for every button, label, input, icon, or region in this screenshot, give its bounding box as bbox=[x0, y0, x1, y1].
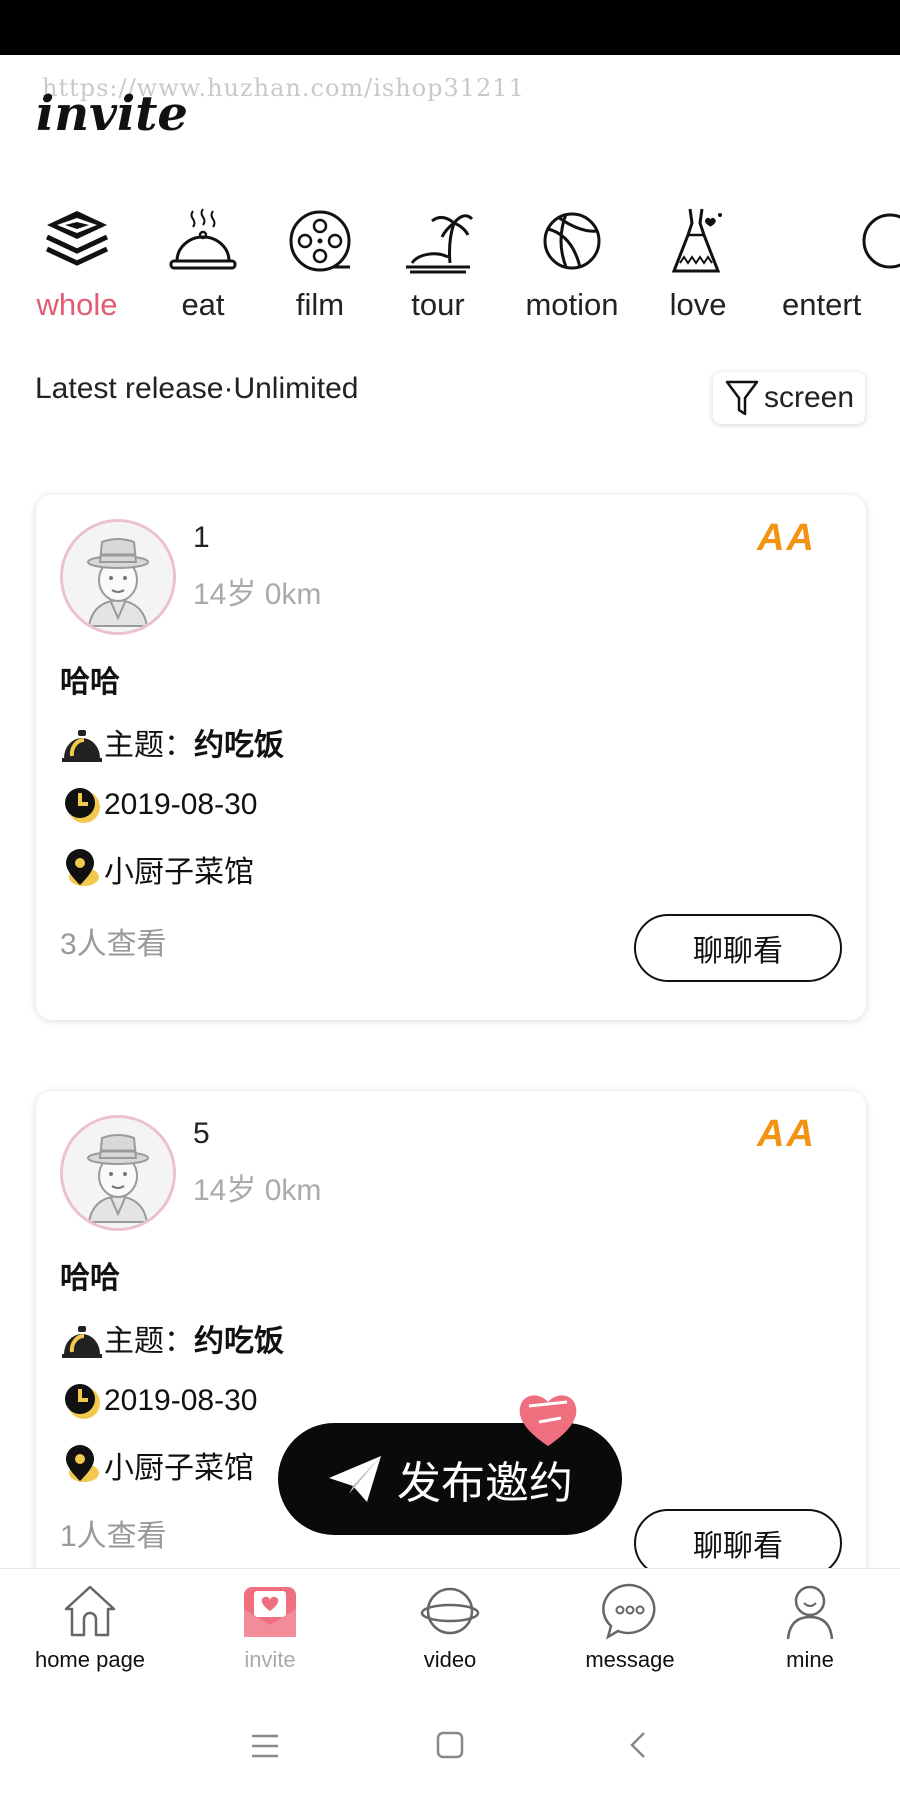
place-row: 小厨子菜馆 bbox=[60, 847, 254, 891]
place-text: 小厨子菜馆 bbox=[104, 856, 254, 889]
category-tour[interactable]: tour bbox=[378, 205, 498, 325]
avatar[interactable] bbox=[60, 519, 176, 635]
location-pin-icon bbox=[66, 849, 99, 886]
tab-label: mine bbox=[786, 1647, 834, 1672]
user-meta: 14岁 0km bbox=[193, 578, 322, 611]
funnel-icon bbox=[725, 380, 759, 416]
category-tabs: whole eat film tour motion love entert bbox=[0, 205, 900, 325]
invite-envelope-icon bbox=[244, 1587, 296, 1637]
avatar[interactable] bbox=[60, 1115, 176, 1231]
card-title: 哈哈 bbox=[60, 666, 120, 699]
basketball-icon bbox=[543, 212, 601, 270]
place-row: 小厨子菜馆 bbox=[60, 1443, 254, 1487]
home-icon bbox=[64, 1585, 116, 1637]
topic-row: 主题： 约吃饭 bbox=[60, 1316, 284, 1360]
tab-message[interactable]: message bbox=[540, 1569, 720, 1693]
page-title: invite bbox=[36, 86, 188, 142]
clock-icon bbox=[65, 1384, 100, 1419]
layers-icon bbox=[45, 211, 109, 266]
tab-label: home page bbox=[34, 1647, 146, 1672]
user-meta: 14岁 0km bbox=[193, 1174, 322, 1207]
beach-island-icon bbox=[406, 214, 474, 274]
date-row: 2019-08-30 bbox=[60, 783, 257, 827]
category-eat[interactable]: eat bbox=[143, 205, 263, 325]
tab-label: video bbox=[423, 1647, 477, 1672]
topic-row: 主题： 约吃饭 bbox=[60, 720, 284, 764]
home-square-icon[interactable] bbox=[435, 1730, 465, 1760]
chat-button[interactable]: 聊聊看 bbox=[634, 1509, 842, 1577]
category-label: tour bbox=[411, 287, 465, 322]
payment-badge: AA bbox=[757, 517, 816, 559]
screen-button[interactable]: screen bbox=[713, 372, 865, 424]
gentleman-avatar-icon bbox=[63, 1118, 173, 1228]
topic-value: 约吃饭 bbox=[194, 1325, 284, 1358]
category-motion[interactable]: motion bbox=[512, 205, 632, 325]
card-title: 哈哈 bbox=[60, 1262, 120, 1295]
entertainment-icon bbox=[862, 213, 900, 269]
food-cloche-icon bbox=[169, 208, 237, 270]
bell-cloche-icon bbox=[62, 1326, 102, 1358]
category-label: love bbox=[669, 287, 727, 322]
topic-value: 约吃饭 bbox=[194, 729, 284, 762]
tab-home[interactable]: home page bbox=[0, 1569, 180, 1693]
category-love[interactable]: love bbox=[638, 205, 758, 325]
status-bar bbox=[0, 0, 900, 55]
category-label: motion bbox=[525, 287, 619, 322]
category-label: whole bbox=[36, 287, 118, 322]
tab-mine[interactable]: mine bbox=[720, 1569, 900, 1693]
tab-invite[interactable]: invite bbox=[180, 1569, 360, 1693]
bell-cloche-icon bbox=[62, 730, 102, 762]
view-count: 3人查看 bbox=[60, 928, 167, 961]
payment-badge: AA bbox=[757, 1113, 816, 1155]
category-whole[interactable]: whole bbox=[17, 205, 137, 325]
view-count: 1人查看 bbox=[60, 1520, 167, 1553]
location-pin-icon bbox=[66, 1445, 99, 1482]
date-text: 2019-08-30 bbox=[104, 1384, 258, 1417]
message-bubble-icon bbox=[602, 1583, 656, 1640]
tab-video[interactable]: video bbox=[360, 1569, 540, 1693]
user-name: 1 bbox=[193, 521, 210, 554]
category-label: eat bbox=[181, 287, 225, 322]
film-reel-icon bbox=[289, 210, 351, 272]
tab-label: invite bbox=[244, 1647, 296, 1672]
menu-icon[interactable] bbox=[250, 1732, 280, 1760]
date-text: 2019-08-30 bbox=[104, 788, 258, 821]
category-label: film bbox=[295, 287, 345, 322]
gentleman-avatar-icon bbox=[63, 522, 173, 632]
bottom-tab-bar: home page invite video message mine bbox=[0, 1568, 900, 1693]
clock-icon bbox=[65, 788, 100, 823]
back-icon[interactable] bbox=[628, 1730, 648, 1760]
paper-plane-icon bbox=[329, 1456, 381, 1502]
screen-button-label: screen bbox=[763, 381, 855, 414]
category-entertainment[interactable]: entert bbox=[764, 205, 900, 325]
dress-icon bbox=[671, 208, 722, 273]
topic-label: 主题： bbox=[104, 1325, 194, 1358]
user-name: 5 bbox=[193, 1117, 210, 1150]
publish-label: 发布邀约 bbox=[397, 1458, 573, 1509]
tab-label: message bbox=[585, 1647, 675, 1672]
user-icon bbox=[786, 1585, 834, 1640]
place-text: 小厨子菜馆 bbox=[104, 1452, 254, 1485]
system-nav-bar bbox=[0, 1692, 900, 1800]
planet-icon bbox=[420, 1587, 480, 1635]
topic-label: 主题： bbox=[104, 729, 194, 762]
date-row: 2019-08-30 bbox=[60, 1379, 257, 1423]
invite-card[interactable]: 1 14岁 0km AA 哈哈 主题： 约吃饭 2019-08-30 小厨子菜馆… bbox=[36, 495, 866, 1020]
filter-summary: Latest release·Unlimited bbox=[35, 372, 359, 405]
chat-button[interactable]: 聊聊看 bbox=[634, 914, 842, 982]
category-film[interactable]: film bbox=[260, 205, 380, 325]
category-label: entert bbox=[782, 287, 862, 322]
heart-sticker-icon bbox=[519, 1395, 577, 1446]
